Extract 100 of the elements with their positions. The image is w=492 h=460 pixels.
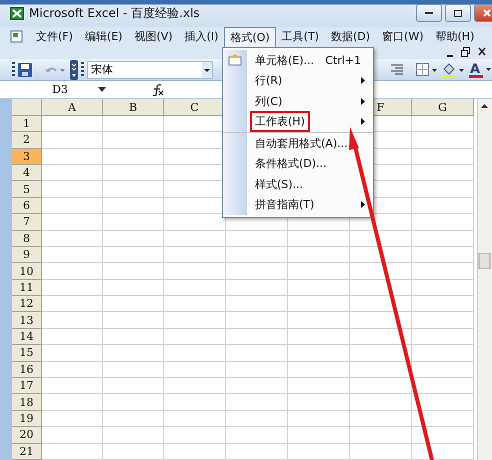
- grid-cell[interactable]: [412, 148, 474, 165]
- grid-cell[interactable]: [412, 263, 474, 280]
- menu-item[interactable]: 文件(F): [30, 26, 79, 48]
- grid-cell[interactable]: [103, 328, 164, 346]
- grid-cell[interactable]: [164, 410, 226, 428]
- row-header[interactable]: 9: [12, 246, 42, 264]
- save-icon[interactable]: [18, 62, 32, 77]
- grid-cell[interactable]: [42, 312, 103, 329]
- grid-cell[interactable]: [164, 312, 226, 329]
- font-field[interactable]: 宋体: [87, 60, 213, 79]
- grid-cell[interactable]: [412, 394, 474, 411]
- grid-cell[interactable]: [412, 214, 474, 231]
- grid-cell[interactable]: [412, 312, 474, 329]
- row-header[interactable]: 1: [12, 116, 42, 132]
- grid-cell[interactable]: [103, 148, 164, 165]
- row-header[interactable]: 4: [12, 164, 42, 182]
- grid-cell[interactable]: [42, 263, 103, 280]
- grid-cell[interactable]: [288, 312, 350, 329]
- grid-cell[interactable]: [226, 296, 288, 312]
- menu-item[interactable]: 单元格(E)... Ctrl+1: [223, 50, 373, 70]
- menu-item[interactable]: 格式(O): [224, 26, 276, 47]
- grid-cell[interactable]: [42, 427, 103, 444]
- maximize-button[interactable]: [445, 4, 471, 22]
- row-header[interactable]: 12: [12, 296, 42, 312]
- grid-cell[interactable]: [103, 427, 164, 444]
- grid-cell[interactable]: [288, 345, 350, 362]
- restore-icon[interactable]: [461, 46, 470, 57]
- grid-cell[interactable]: [350, 410, 412, 428]
- minimize-button[interactable]: [416, 4, 442, 22]
- grid-cell[interactable]: [42, 116, 103, 132]
- grid-cell[interactable]: [288, 280, 350, 296]
- grid-cell[interactable]: [42, 164, 103, 182]
- menu-item[interactable]: 条件格式(D)...: [223, 154, 373, 174]
- row-header[interactable]: 16: [12, 362, 42, 378]
- menu-item[interactable]: 插入(I): [178, 26, 224, 48]
- grid-cell[interactable]: [412, 427, 474, 444]
- row-header[interactable]: 13: [12, 312, 42, 329]
- menu-item[interactable]: 视图(V): [128, 26, 179, 48]
- grid-cell[interactable]: [350, 427, 412, 444]
- row-header[interactable]: 5: [12, 181, 42, 198]
- grid-cell[interactable]: [412, 280, 474, 296]
- grid-cell[interactable]: [42, 394, 103, 411]
- grid-cell[interactable]: [350, 444, 412, 460]
- grid-cell[interactable]: [42, 444, 103, 460]
- grid-cell[interactable]: [226, 427, 288, 444]
- toolbar-options-icon[interactable]: [70, 60, 78, 80]
- grid-cell[interactable]: [42, 362, 103, 378]
- grid-cell[interactable]: [103, 230, 164, 247]
- grid-cell[interactable]: [103, 444, 164, 460]
- grid-cell[interactable]: [164, 246, 226, 264]
- row-header[interactable]: 2: [12, 132, 42, 149]
- grid-cell[interactable]: [226, 394, 288, 411]
- row-header[interactable]: 19: [12, 410, 42, 428]
- grid-cell[interactable]: [103, 181, 164, 198]
- grid-cell[interactable]: [412, 296, 474, 312]
- grid-cell[interactable]: [42, 246, 103, 264]
- grid-cell[interactable]: [226, 312, 288, 329]
- row-header[interactable]: 21: [12, 444, 42, 460]
- grid-cell[interactable]: [350, 394, 412, 411]
- grid-cell[interactable]: [103, 345, 164, 362]
- grid-cell[interactable]: [412, 164, 474, 182]
- grid-cell[interactable]: [288, 378, 350, 394]
- grid-cell[interactable]: [164, 444, 226, 460]
- menu-item[interactable]: 窗口(W): [376, 26, 430, 48]
- grid-cell[interactable]: [42, 410, 103, 428]
- grid-cell[interactable]: [412, 181, 474, 198]
- grid-cell[interactable]: [226, 230, 288, 247]
- close-button[interactable]: [474, 4, 492, 22]
- grid-cell[interactable]: [164, 280, 226, 296]
- grid-cell[interactable]: [42, 296, 103, 312]
- grid-cell[interactable]: [164, 394, 226, 411]
- grid-cell[interactable]: [42, 280, 103, 296]
- grid-cell[interactable]: [103, 132, 164, 149]
- row-header[interactable]: 15: [12, 345, 42, 362]
- grid-cell[interactable]: [164, 345, 226, 362]
- grid-cell[interactable]: [412, 198, 474, 214]
- grid-cell[interactable]: [412, 362, 474, 378]
- grid-cell[interactable]: [288, 444, 350, 460]
- grid-cell[interactable]: [288, 394, 350, 411]
- grid-cell[interactable]: [164, 296, 226, 312]
- grid-cell[interactable]: [288, 328, 350, 346]
- row-header[interactable]: 17: [12, 378, 42, 394]
- grid-cell[interactable]: [42, 148, 103, 165]
- grid-cell[interactable]: [164, 263, 226, 280]
- grid-cell[interactable]: [103, 378, 164, 394]
- grid-cell[interactable]: [350, 296, 412, 312]
- row-header[interactable]: 6: [12, 198, 42, 214]
- grid-cell[interactable]: [103, 214, 164, 231]
- dropdown-icon[interactable]: [202, 62, 212, 78]
- menu-item[interactable]: 数据(D): [324, 26, 376, 48]
- grid-cell[interactable]: [42, 378, 103, 394]
- fill-color-icon[interactable]: [441, 62, 465, 78]
- column-header[interactable]: G: [412, 99, 474, 116]
- maximize-icon[interactable]: [454, 10, 462, 17]
- function-icon[interactable]: [152, 84, 164, 96]
- grid-cell[interactable]: [226, 444, 288, 460]
- grid-cell[interactable]: [288, 246, 350, 264]
- grid-cell[interactable]: [164, 378, 226, 394]
- grid-cell[interactable]: [288, 427, 350, 444]
- menu-item[interactable]: 帮助(H): [430, 26, 480, 48]
